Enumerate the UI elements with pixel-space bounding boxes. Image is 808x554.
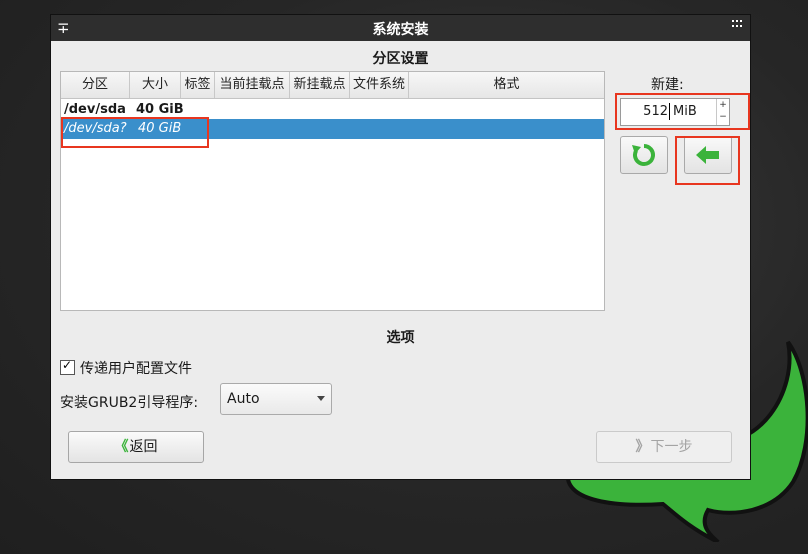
pass-config-label: 传递用户配置文件 xyxy=(80,361,192,377)
column-header-format[interactable]: 格式 xyxy=(409,72,604,98)
back-button[interactable]: 《返回 xyxy=(68,431,204,463)
window-title: 系统安装 xyxy=(372,22,429,38)
new-partition-label: 新建: xyxy=(651,77,684,93)
annotation-highlight-add xyxy=(675,136,740,185)
next-label: 下一步 xyxy=(650,439,693,455)
table-header: 分区 大小 标签 当前挂载点 新挂载点 文件系统 格式 xyxy=(61,72,604,99)
title-bar: ∓ 系统安装 xyxy=(51,15,750,41)
partition-section-title: 分区设置 xyxy=(372,51,429,67)
column-header-filesystem[interactable]: 文件系统 xyxy=(350,72,409,98)
partition-table[interactable]: 分区 大小 标签 当前挂载点 新挂载点 文件系统 格式 /dev/sda 40 … xyxy=(60,71,605,311)
next-chevrons-icon: 》 xyxy=(635,439,650,455)
annotation-highlight-row xyxy=(61,117,209,148)
pass-config-checkbox[interactable] xyxy=(60,358,75,375)
back-chevrons-icon: 《 xyxy=(114,439,129,455)
column-header-current-mount[interactable]: 当前挂载点 xyxy=(215,72,290,98)
chevron-down-icon xyxy=(317,396,325,401)
installer-window: ∓ 系统安装 分区设置 分区 大小 标签 当前挂载点 新挂载点 文件系统 格式 … xyxy=(51,15,750,479)
next-button[interactable]: 》下一步 xyxy=(596,431,732,463)
column-header-size[interactable]: 大小 xyxy=(130,72,181,98)
grub-select[interactable]: Auto xyxy=(220,383,332,415)
grub-select-value: Auto xyxy=(227,391,260,407)
column-header-label[interactable]: 标签 xyxy=(181,72,215,98)
annotation-highlight-size xyxy=(615,93,750,130)
grip-icon[interactable] xyxy=(732,19,744,31)
back-label: 返回 xyxy=(129,439,158,455)
options-section-title: 选项 xyxy=(386,330,415,346)
column-header-partition[interactable]: 分区 xyxy=(61,72,130,98)
grub-label: 安装GRUB2引导程序: xyxy=(60,395,199,411)
refresh-icon xyxy=(632,144,655,166)
pass-config-option[interactable]: 传递用户配置文件 xyxy=(60,358,192,378)
reset-button[interactable] xyxy=(620,136,668,174)
column-header-new-mount[interactable]: 新挂载点 xyxy=(290,72,350,98)
